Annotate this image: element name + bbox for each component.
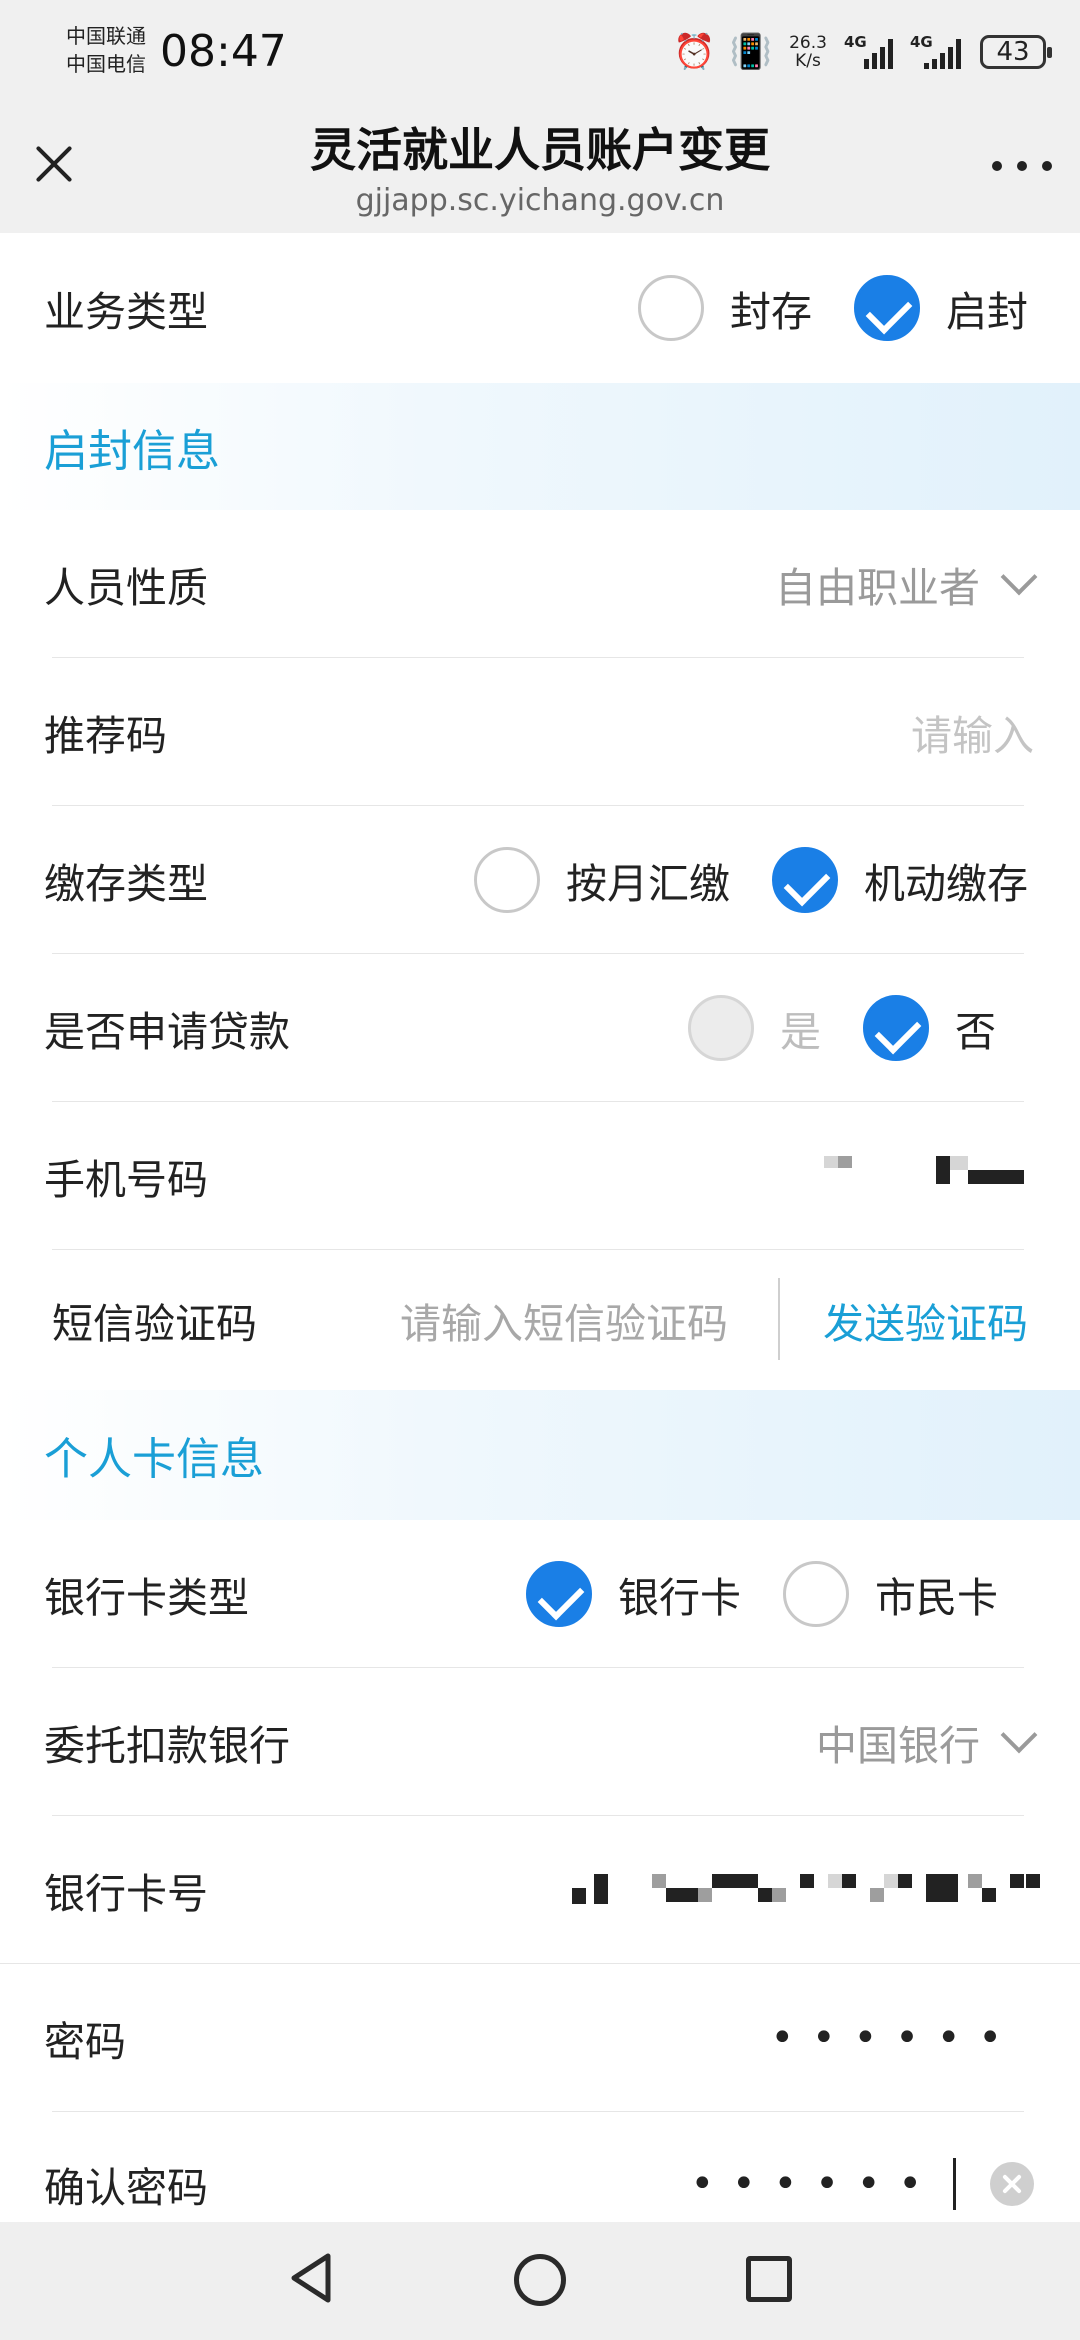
chevron-down-icon [1000, 1716, 1038, 1754]
net-speed-value: 26.3 [789, 33, 827, 53]
card-number-label: 银行卡号 [44, 1870, 208, 1918]
entrust-bank-value: 中国银行 [816, 1722, 980, 1770]
radio-circle[interactable] [474, 847, 540, 913]
signal-icon: 4G [844, 33, 896, 69]
send-code-button[interactable]: 发送验证码 [823, 1290, 1028, 1350]
battery-icon: 43 [980, 35, 1052, 69]
section-unseal-info: 启封信息 [0, 383, 1080, 510]
section-unseal-title: 启封信息 [44, 425, 220, 477]
entrust-bank-label: 委托扣款银行 [44, 1722, 290, 1770]
navigation-bar [0, 2222, 1080, 2340]
network-type-1: 4G [844, 33, 867, 51]
personnel-type-row[interactable]: 人员性质 自由职业者 [0, 510, 1080, 658]
alarm-icon: ⏰ [673, 32, 716, 72]
net-speed: 26.3 K/s [786, 34, 830, 70]
radio-loan-no-label: 否 [955, 1008, 996, 1056]
referral-code-row: 推荐码 请输入 [0, 658, 1080, 806]
personnel-type-select[interactable]: 自由职业者 [775, 554, 1038, 614]
sms-code-input[interactable]: 请输入短信验证码 [400, 1290, 728, 1350]
password-label: 密码 [44, 2018, 126, 2066]
phone-label: 手机号码 [44, 1156, 208, 1204]
radio-monthly[interactable]: 按月汇缴 [474, 847, 730, 913]
carrier-labels: 中国联通 中国电信 [66, 22, 146, 78]
confirm-password-label: 确认密码 [44, 2164, 208, 2212]
radio-flexible-label: 机动缴存 [864, 860, 1028, 908]
loan-apply-radio-group: 是 否 [688, 995, 996, 1061]
confirm-password-row: 确认密码 •••••• [0, 2112, 1080, 2222]
section-card-title: 个人卡信息 [44, 1434, 264, 1485]
personnel-type-value: 自由职业者 [775, 564, 980, 612]
business-type-row: 业务类型 封存 启封 [0, 233, 1080, 383]
separator [778, 1278, 780, 1360]
deposit-type-label: 缴存类型 [44, 860, 208, 908]
radio-bank-card[interactable]: 银行卡 [526, 1561, 741, 1627]
status-icons: ⏰ 📳 26.3 K/s 4G 4G 43 [673, 30, 1052, 74]
radio-checked-icon[interactable] [772, 847, 838, 913]
carrier-1: 中国联通 [66, 24, 146, 48]
radio-loan-no[interactable]: 否 [863, 995, 996, 1061]
vibrate-icon: 📳 [729, 32, 772, 72]
radio-loan-yes: 是 [688, 995, 821, 1061]
recent-apps-icon[interactable] [746, 2256, 792, 2302]
net-speed-unit: K/s [795, 51, 821, 71]
card-type-label: 银行卡类型 [44, 1574, 249, 1622]
deposit-type-row: 缴存类型 按月汇缴 机动缴存 [0, 806, 1080, 954]
phone-row: 手机号码 [0, 1102, 1080, 1250]
radio-loan-yes-label: 是 [780, 1008, 821, 1056]
loan-apply-label: 是否申请贷款 [44, 1008, 290, 1056]
page-title: 灵活就业人员账户变更 [310, 123, 770, 177]
back-icon[interactable] [284, 2250, 340, 2306]
chevron-down-icon [1000, 558, 1038, 596]
business-type-radio-group: 封存 启封 [638, 275, 1028, 341]
sms-code-row: 短信验证码 请输入短信验证码 发送验证码 [0, 1250, 1080, 1390]
card-number-row: 银行卡号 [0, 1816, 1080, 1964]
password-input[interactable]: •••••• [770, 2015, 1020, 2061]
radio-citizen-card[interactable]: 市民卡 [783, 1561, 998, 1627]
radio-bank-card-label: 银行卡 [618, 1574, 741, 1622]
radio-checked-icon[interactable] [854, 275, 920, 341]
personnel-type-label: 人员性质 [44, 564, 208, 612]
radio-flexible[interactable]: 机动缴存 [772, 847, 1028, 913]
text-caret [953, 2158, 956, 2210]
more-options-icon[interactable] [992, 154, 1052, 178]
deposit-type-radio-group: 按月汇缴 机动缴存 [474, 847, 1028, 913]
radio-seal-label: 封存 [730, 288, 812, 336]
password-row: 密码 •••••• [0, 1964, 1080, 2112]
phone-value-redacted[interactable] [824, 1156, 1024, 1196]
status-bar: 中国联通 中国电信 08:47 ⏰ 📳 26.3 K/s 4G 4G 43 [0, 0, 1080, 110]
card-type-radio-group: 银行卡 市民卡 [526, 1561, 998, 1627]
loan-apply-row: 是否申请贷款 是 否 [0, 954, 1080, 1102]
radio-monthly-label: 按月汇缴 [566, 860, 730, 908]
radio-disabled-circle [688, 995, 754, 1061]
business-type-label: 业务类型 [44, 288, 208, 336]
entrust-bank-select[interactable]: 中国银行 [816, 1712, 1038, 1772]
sms-code-label: 短信验证码 [52, 1300, 257, 1348]
confirm-password-input[interactable]: •••••• [690, 2161, 940, 2207]
radio-seal[interactable]: 封存 [638, 275, 812, 341]
radio-checked-icon[interactable] [526, 1561, 592, 1627]
title-bar: 灵活就业人员账户变更 gjjapp.sc.yichang.gov.cn [0, 110, 1080, 233]
home-icon[interactable] [514, 2254, 566, 2306]
radio-checked-icon[interactable] [863, 995, 929, 1061]
card-number-redacted[interactable] [572, 1870, 1040, 1910]
signal-icon-2: 4G [910, 33, 966, 69]
radio-circle[interactable] [638, 275, 704, 341]
referral-code-input[interactable]: 请输入 [911, 702, 1034, 762]
card-type-row: 银行卡类型 银行卡 市民卡 [0, 1520, 1080, 1668]
radio-unseal[interactable]: 启封 [854, 275, 1028, 341]
entrust-bank-row[interactable]: 委托扣款银行 中国银行 [0, 1668, 1080, 1816]
referral-code-label: 推荐码 [44, 712, 167, 760]
carrier-2: 中国电信 [66, 52, 146, 76]
section-card-info: 个人卡信息 [0, 1390, 1080, 1520]
radio-unseal-label: 启封 [946, 288, 1028, 336]
radio-circle[interactable] [783, 1561, 849, 1627]
status-time: 08:47 [160, 26, 287, 77]
radio-citizen-card-label: 市民卡 [875, 1574, 998, 1622]
network-type-2: 4G [910, 33, 933, 51]
clear-icon[interactable] [990, 2162, 1034, 2206]
page-url: gjjapp.sc.yichang.gov.cn [355, 183, 725, 218]
